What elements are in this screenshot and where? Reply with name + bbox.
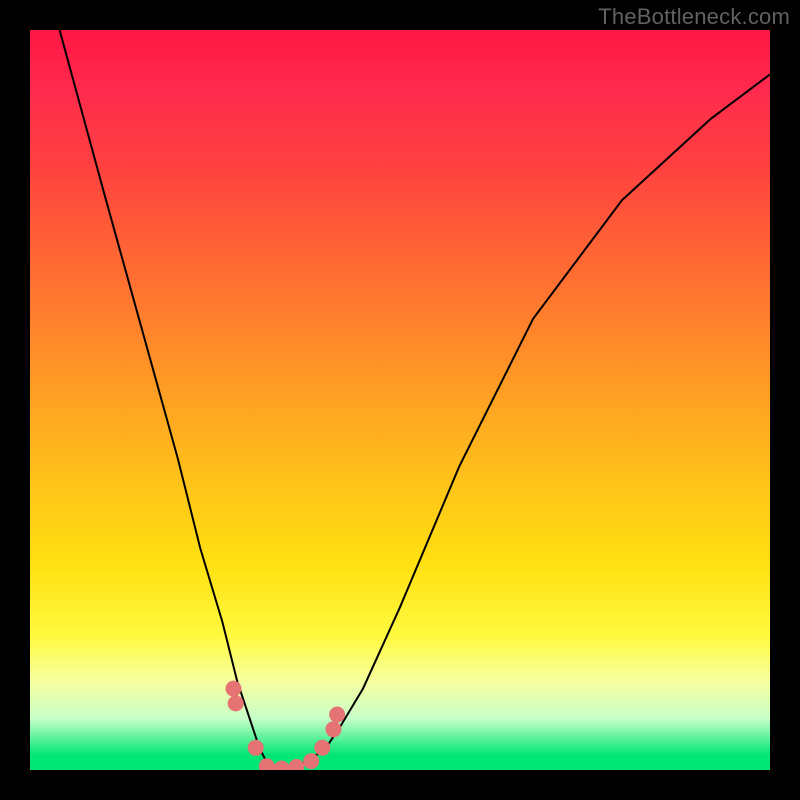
chart-svg (30, 30, 770, 770)
data-marker (288, 759, 304, 770)
data-marker (228, 695, 244, 711)
data-marker (274, 761, 290, 771)
chart-outer-frame: TheBottleneck.com (0, 0, 800, 800)
data-marker (248, 740, 264, 756)
data-marker (314, 740, 330, 756)
data-marker (303, 753, 319, 769)
watermark-text: TheBottleneck.com (598, 4, 790, 30)
data-marker (226, 681, 242, 697)
marker-group (226, 681, 346, 770)
data-marker (325, 721, 341, 737)
plot-area (30, 30, 770, 770)
bottleneck-curve (60, 30, 770, 770)
data-marker (259, 758, 275, 770)
data-marker (329, 707, 345, 723)
